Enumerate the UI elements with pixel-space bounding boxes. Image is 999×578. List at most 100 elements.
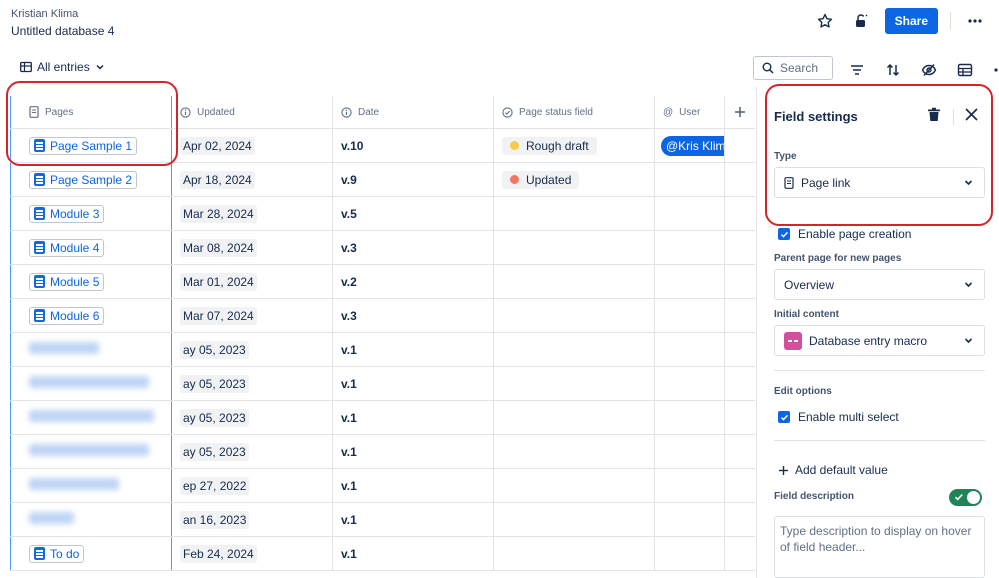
table-row[interactable]: Module 6 Mar 07, 2024 v.3 — [10, 299, 755, 333]
search-input[interactable]: Search — [753, 56, 833, 80]
updated-cell[interactable]: ep 27, 2022 — [172, 469, 333, 502]
table-row[interactable]: ay 05, 2023 v.1 — [10, 435, 755, 469]
date-cell[interactable]: v.1 — [333, 367, 494, 400]
page-link[interactable]: Module 5 — [29, 273, 104, 291]
user-mention[interactable]: @Kris Klima — [661, 136, 725, 156]
date-cell[interactable]: v.9 — [333, 163, 494, 196]
blurred-page-link[interactable] — [29, 376, 149, 391]
date-cell[interactable]: v.1 — [333, 537, 494, 570]
sort-icon[interactable] — [881, 58, 905, 82]
database-title[interactable]: Untitled database 4 — [11, 24, 114, 38]
field-description-textarea[interactable]: Type description to display on hover of … — [774, 516, 985, 578]
status-cell[interactable] — [494, 299, 655, 332]
status-cell[interactable] — [494, 435, 655, 468]
date-cell[interactable]: v.3 — [333, 299, 494, 332]
unlock-icon[interactable] — [849, 9, 873, 33]
status-cell[interactable] — [494, 401, 655, 434]
updated-cell[interactable]: ay 05, 2023 — [172, 401, 333, 434]
status-cell[interactable] — [494, 537, 655, 570]
table-row[interactable]: ay 05, 2023 v.1 — [10, 333, 755, 367]
layout-icon[interactable] — [953, 58, 977, 82]
user-cell[interactable]: @Kris Klima — [655, 129, 725, 162]
updated-cell[interactable]: Feb 24, 2024 — [172, 537, 333, 570]
blurred-page-link[interactable] — [29, 444, 149, 459]
date-cell[interactable]: v.1 — [333, 503, 494, 536]
trash-icon[interactable] — [927, 107, 941, 127]
user-cell[interactable] — [655, 163, 725, 196]
updated-cell[interactable]: Apr 02, 2024 — [172, 129, 333, 162]
blurred-page-link[interactable] — [29, 342, 99, 357]
page-link[interactable]: Page Sample 1 — [29, 137, 137, 155]
table-row[interactable]: an 16, 2023 v.1 — [10, 503, 755, 537]
close-icon[interactable] — [964, 107, 979, 127]
status-cell[interactable] — [494, 265, 655, 298]
user-cell[interactable] — [655, 367, 725, 400]
date-cell[interactable]: v.1 — [333, 435, 494, 468]
page-link[interactable]: To do — [29, 545, 84, 563]
initial-content-select[interactable]: Database entry macro — [774, 325, 985, 356]
date-cell[interactable]: v.5 — [333, 197, 494, 230]
updated-cell[interactable]: Mar 01, 2024 — [172, 265, 333, 298]
star-icon[interactable] — [813, 9, 837, 33]
blurred-page-link[interactable] — [29, 478, 119, 493]
user-cell[interactable] — [655, 503, 725, 536]
user-cell[interactable] — [655, 435, 725, 468]
parent-page-select[interactable]: Overview — [774, 269, 985, 300]
table-row[interactable]: ay 05, 2023 v.1 — [10, 367, 755, 401]
user-cell[interactable] — [655, 231, 725, 264]
updated-cell[interactable]: ay 05, 2023 — [172, 367, 333, 400]
type-select[interactable]: Page link — [774, 167, 985, 198]
updated-cell[interactable]: Apr 18, 2024 — [172, 163, 333, 196]
column-header-status[interactable]: Page status field — [494, 96, 655, 128]
share-button[interactable]: Share — [885, 8, 938, 34]
user-cell[interactable] — [655, 299, 725, 332]
page-link[interactable]: Page Sample 2 — [29, 171, 137, 189]
user-cell[interactable] — [655, 197, 725, 230]
updated-cell[interactable]: Mar 28, 2024 — [172, 197, 333, 230]
filter-icon[interactable] — [845, 58, 869, 82]
status-cell[interactable]: Rough draft — [494, 129, 655, 162]
column-header-user[interactable]: @ User — [655, 96, 725, 128]
column-header-date[interactable]: Date — [333, 96, 494, 128]
table-row[interactable]: Page Sample 1 Apr 02, 2024 v.10 Rough dr… — [10, 129, 755, 163]
user-cell[interactable] — [655, 333, 725, 366]
view-selector[interactable]: All entries — [20, 60, 105, 74]
status-cell[interactable] — [494, 197, 655, 230]
description-toggle[interactable] — [949, 489, 982, 506]
table-row[interactable]: To do Feb 24, 2024 v.1 — [10, 537, 755, 571]
updated-cell[interactable]: Mar 08, 2024 — [172, 231, 333, 264]
user-cell[interactable] — [655, 537, 725, 570]
blurred-page-link[interactable] — [29, 410, 154, 425]
table-row[interactable]: Module 3 Mar 28, 2024 v.5 — [10, 197, 755, 231]
date-cell[interactable]: v.1 — [333, 333, 494, 366]
enable-page-creation-checkbox[interactable]: Enable page creation — [778, 227, 911, 241]
date-cell[interactable]: v.1 — [333, 401, 494, 434]
table-row[interactable]: Module 4 Mar 08, 2024 v.3 — [10, 231, 755, 265]
user-cell[interactable] — [655, 469, 725, 502]
hide-fields-icon[interactable] — [917, 58, 941, 82]
user-cell[interactable] — [655, 401, 725, 434]
updated-cell[interactable]: ay 05, 2023 — [172, 333, 333, 366]
updated-cell[interactable]: an 16, 2023 — [172, 503, 333, 536]
blurred-page-link[interactable] — [29, 512, 74, 527]
column-header-pages[interactable]: Pages — [10, 96, 172, 128]
multi-select-checkbox[interactable]: Enable multi select — [778, 410, 899, 424]
page-link[interactable]: Module 3 — [29, 205, 104, 223]
status-cell[interactable] — [494, 367, 655, 400]
date-cell[interactable]: v.1 — [333, 469, 494, 502]
status-cell[interactable] — [494, 231, 655, 264]
table-row[interactable]: Module 5 Mar 01, 2024 v.2 — [10, 265, 755, 299]
page-link[interactable]: Module 6 — [29, 307, 104, 325]
date-cell[interactable]: v.3 — [333, 231, 494, 264]
status-cell[interactable] — [494, 469, 655, 502]
more-options-icon[interactable] — [989, 58, 999, 82]
status-cell[interactable] — [494, 503, 655, 536]
status-cell[interactable]: Updated — [494, 163, 655, 196]
updated-cell[interactable]: Mar 07, 2024 — [172, 299, 333, 332]
date-cell[interactable]: v.2 — [333, 265, 494, 298]
more-icon[interactable] — [963, 9, 987, 33]
date-cell[interactable]: v.10 — [333, 129, 494, 162]
add-column-button[interactable] — [725, 96, 755, 128]
add-default-value-button[interactable]: Add default value — [778, 463, 888, 477]
user-cell[interactable] — [655, 265, 725, 298]
